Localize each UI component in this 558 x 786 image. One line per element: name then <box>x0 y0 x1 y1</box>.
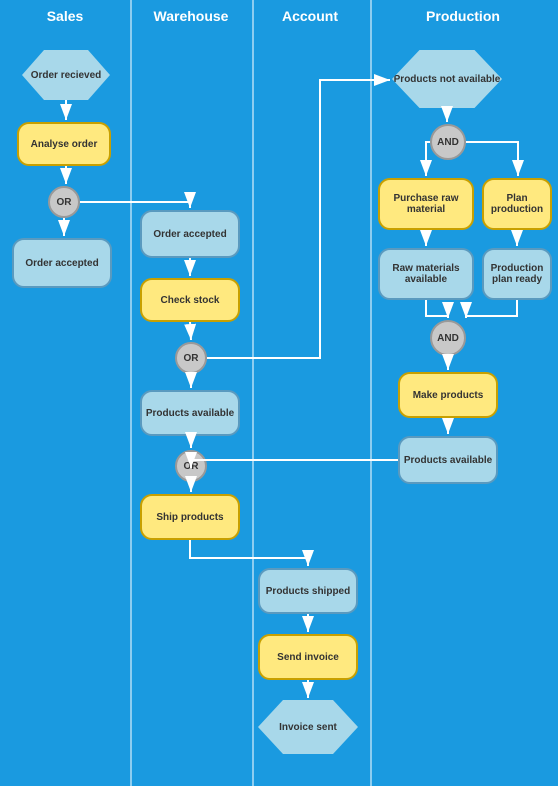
col-header-account: Account <box>255 8 365 24</box>
purchase-raw-node: Purchase raw material <box>378 178 474 230</box>
and2-node: AND <box>430 320 466 356</box>
order-accepted-wh-node: Order accepted <box>140 210 240 258</box>
or2-node: OR <box>175 342 207 374</box>
products-shipped-node: Products shipped <box>258 568 358 614</box>
products-available-prod-node: Products available <box>398 436 498 484</box>
diagram: Sales Warehouse Account Production Order… <box>0 0 558 786</box>
raw-materials-node: Raw materials available <box>378 248 474 300</box>
production-plan-ready-node: Production plan ready <box>482 248 552 300</box>
or1-node: OR <box>48 186 80 218</box>
check-stock-node: Check stock <box>140 278 240 322</box>
or3-node: OR <box>175 450 207 482</box>
ship-products-node: Ship products <box>140 494 240 540</box>
col-header-sales: Sales <box>5 8 125 24</box>
order-accepted-sales-node: Order accepted <box>12 238 112 288</box>
analyse-order-node: Analyse order <box>17 122 111 166</box>
products-available-wh-node: Products available <box>140 390 240 436</box>
products-not-available-node: Products not available <box>392 50 502 108</box>
plan-production-node: Plan production <box>482 178 552 230</box>
order-received-node: Order recieved <box>22 50 110 100</box>
col-header-production: Production <box>373 8 553 24</box>
divider-sales-warehouse <box>130 0 132 786</box>
and1-node: AND <box>430 124 466 160</box>
divider-account-production <box>370 0 372 786</box>
col-header-warehouse: Warehouse <box>135 8 247 24</box>
invoice-sent-node: Invoice sent <box>258 700 358 754</box>
send-invoice-node: Send invoice <box>258 634 358 680</box>
make-products-node: Make products <box>398 372 498 418</box>
divider-warehouse-account <box>252 0 254 786</box>
